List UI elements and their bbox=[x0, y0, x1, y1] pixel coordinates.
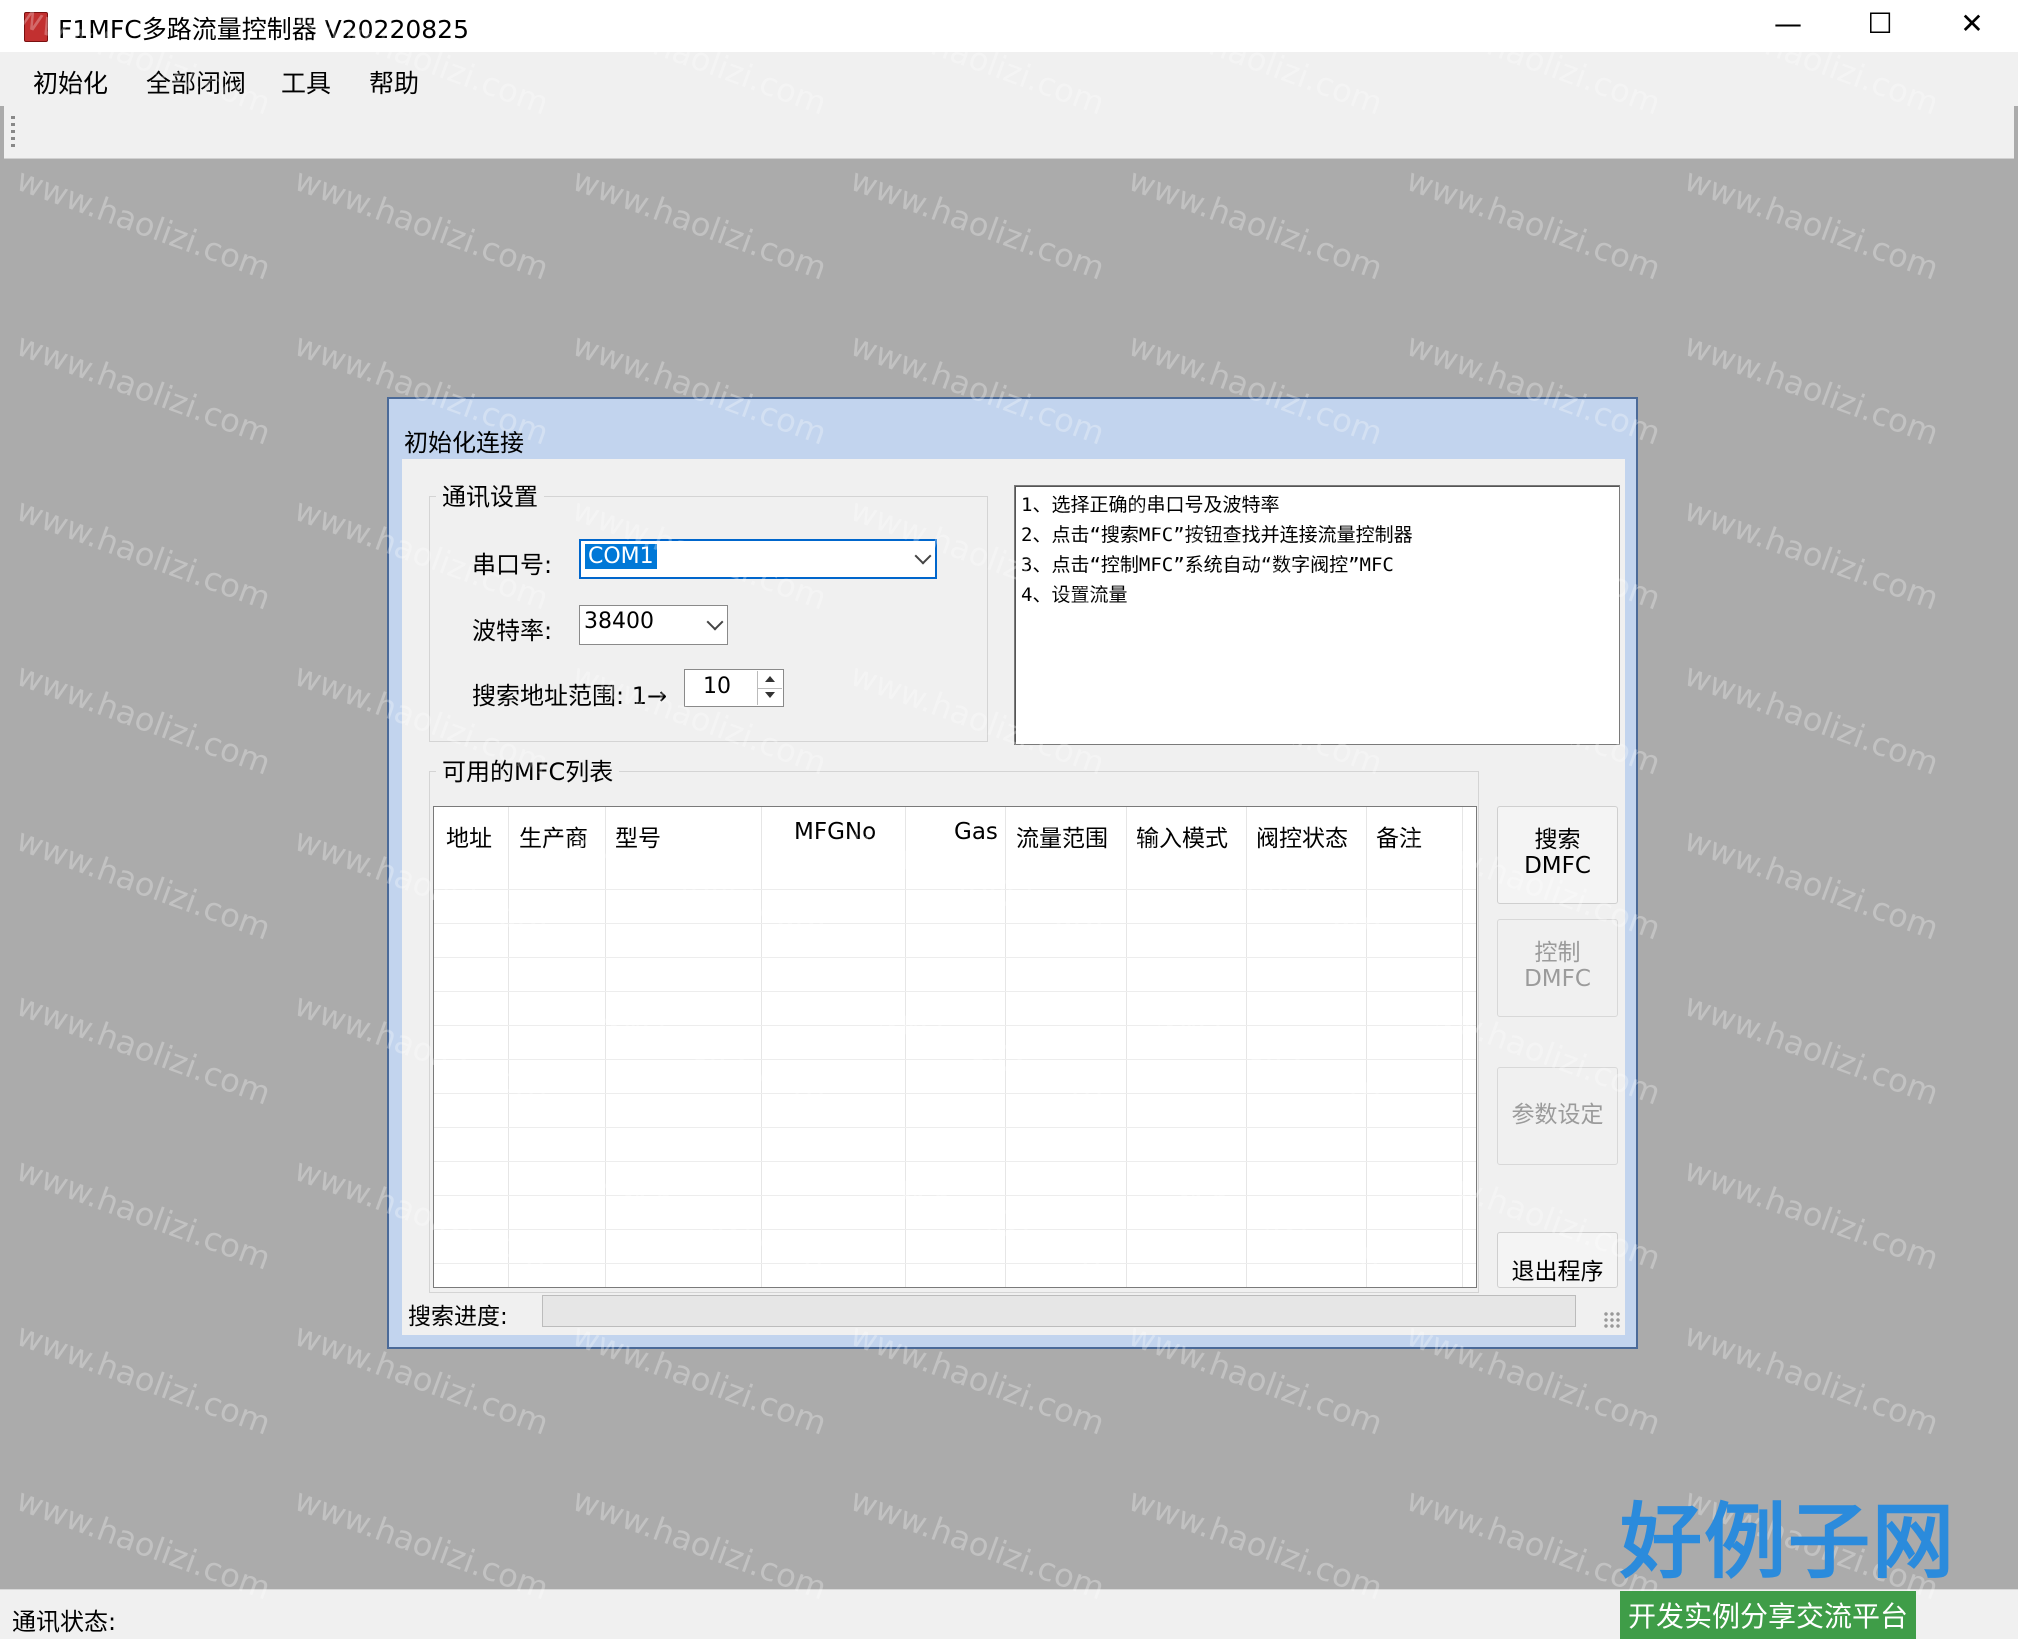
title-bar[interactable]: F1MFC多路流量控制器 V20220825 — ☐ ✕ bbox=[0, 0, 2018, 52]
column-header-address[interactable]: 地址 bbox=[446, 819, 492, 853]
port-value: COM1 bbox=[585, 544, 657, 569]
column-header-notes[interactable]: 备注 bbox=[1376, 819, 1422, 853]
row-divider bbox=[434, 991, 1476, 992]
control-dmfc-button[interactable]: 控制 DMFC bbox=[1497, 919, 1618, 1017]
row-divider bbox=[434, 1025, 1476, 1026]
row-divider bbox=[434, 957, 1476, 958]
comm-settings-group: 通讯设置 串口号: COM1 波特率: 38400 搜索地址范围: 1→ 10 bbox=[429, 477, 988, 742]
mfc-list-view[interactable]: 地址 生产商 型号 MFGNo Gas 流量范围 输入模式 阀控状态 备注 bbox=[433, 806, 1477, 1288]
baud-label: 波特率: bbox=[472, 617, 553, 645]
minimize-button[interactable]: — bbox=[1744, 0, 1832, 50]
dialog-client: 通讯设置 串口号: COM1 波特率: 38400 搜索地址范围: 1→ 10 bbox=[402, 459, 1625, 1335]
search-progress-label: 搜索进度: bbox=[408, 1304, 508, 1330]
instruction-line: 4、设置流量 bbox=[1021, 584, 1128, 606]
menu-bar: 初始化 全部闭阀 工具 帮助 bbox=[0, 52, 2018, 106]
row-divider bbox=[434, 1093, 1476, 1094]
menu-close-all-valves[interactable]: 全部闭阀 bbox=[146, 64, 246, 100]
column-divider bbox=[1126, 807, 1127, 1287]
spin-down-icon[interactable] bbox=[758, 688, 782, 705]
row-divider bbox=[434, 889, 1476, 890]
toolbar-grip-icon[interactable] bbox=[11, 116, 15, 148]
chevron-down-icon[interactable] bbox=[706, 613, 724, 631]
column-header-flow-range[interactable]: 流量范围 bbox=[1016, 819, 1108, 853]
app-icon bbox=[24, 12, 48, 42]
maximize-button[interactable]: ☐ bbox=[1836, 0, 1924, 50]
column-header-input-mode[interactable]: 输入模式 bbox=[1136, 819, 1228, 853]
chevron-down-icon[interactable] bbox=[914, 547, 932, 565]
toolbar bbox=[4, 106, 2014, 159]
search-range-stepper[interactable]: 10 bbox=[684, 669, 784, 707]
instructions-textbox[interactable]: 1、选择正确的串口号及波特率 2、点击“搜索MFC”按钮查找并连接流量控制器 3… bbox=[1014, 485, 1620, 745]
row-divider bbox=[434, 1059, 1476, 1060]
baud-value: 38400 bbox=[584, 609, 654, 634]
port-select[interactable]: COM1 bbox=[579, 539, 937, 579]
column-header-manufacturer[interactable]: 生产商 bbox=[519, 819, 588, 853]
column-divider bbox=[1005, 807, 1006, 1287]
column-header-mfgno[interactable]: MFGNo bbox=[794, 819, 876, 845]
row-divider bbox=[434, 1263, 1476, 1264]
watermark-logo-text: 好例子网 bbox=[1620, 1494, 1957, 1590]
menu-tools[interactable]: 工具 bbox=[281, 64, 331, 100]
mfc-list-label: 可用的MFC列表 bbox=[436, 752, 620, 787]
close-button[interactable]: ✕ bbox=[1928, 0, 2016, 50]
dialog-title[interactable]: 初始化连接 bbox=[404, 423, 524, 458]
search-dmfc-button[interactable]: 搜索 DMFC bbox=[1497, 806, 1618, 904]
stepper-buttons bbox=[757, 671, 782, 705]
comm-status-label: 通讯状态: bbox=[12, 1608, 117, 1636]
instruction-line: 2、点击“搜索MFC”按钮查找并连接流量控制器 bbox=[1021, 524, 1413, 546]
column-divider bbox=[1246, 807, 1247, 1287]
column-header-valve-status[interactable]: 阀控状态 bbox=[1256, 819, 1348, 853]
menu-help[interactable]: 帮助 bbox=[369, 64, 419, 100]
row-divider bbox=[434, 923, 1476, 924]
spin-up-icon[interactable] bbox=[758, 671, 782, 689]
search-progress-bar bbox=[542, 1295, 1576, 1327]
init-connection-dialog: 初始化连接 通讯设置 串口号: COM1 波特率: 38400 搜索地址范围: … bbox=[387, 397, 1638, 1349]
row-divider bbox=[434, 1161, 1476, 1162]
comm-settings-label: 通讯设置 bbox=[436, 477, 544, 512]
row-divider bbox=[434, 1195, 1476, 1196]
exit-program-button[interactable]: 退出程序 bbox=[1497, 1232, 1618, 1288]
column-divider bbox=[1462, 807, 1463, 1287]
watermark-logo: 好例子网 开发实例分享交流平台 bbox=[1620, 1497, 1960, 1639]
column-divider bbox=[761, 807, 762, 1287]
menu-init[interactable]: 初始化 bbox=[33, 64, 108, 100]
row-divider bbox=[434, 1127, 1476, 1128]
column-divider bbox=[905, 807, 906, 1287]
port-label: 串口号: bbox=[472, 551, 553, 579]
instruction-line: 1、选择正确的串口号及波特率 bbox=[1021, 494, 1280, 516]
search-range-value: 10 bbox=[703, 674, 731, 699]
column-header-gas[interactable]: Gas bbox=[954, 819, 998, 845]
column-header-model[interactable]: 型号 bbox=[615, 819, 661, 853]
column-divider bbox=[605, 807, 606, 1287]
baud-select[interactable]: 38400 bbox=[579, 605, 728, 645]
column-divider bbox=[508, 807, 509, 1287]
row-divider bbox=[434, 1229, 1476, 1230]
watermark-tagline: 开发实例分享交流平台 bbox=[1620, 1591, 1917, 1639]
search-range-label: 搜索地址范围: 1→ bbox=[472, 682, 668, 710]
column-divider bbox=[1366, 807, 1367, 1287]
parameter-settings-button[interactable]: 参数设定 bbox=[1497, 1067, 1618, 1165]
window-title: F1MFC多路流量控制器 V20220825 bbox=[58, 15, 469, 44]
instruction-line: 3、点击“控制MFC”系统自动“数字阀控”MFC bbox=[1021, 554, 1394, 576]
resize-grip-icon[interactable] bbox=[1603, 1311, 1621, 1329]
